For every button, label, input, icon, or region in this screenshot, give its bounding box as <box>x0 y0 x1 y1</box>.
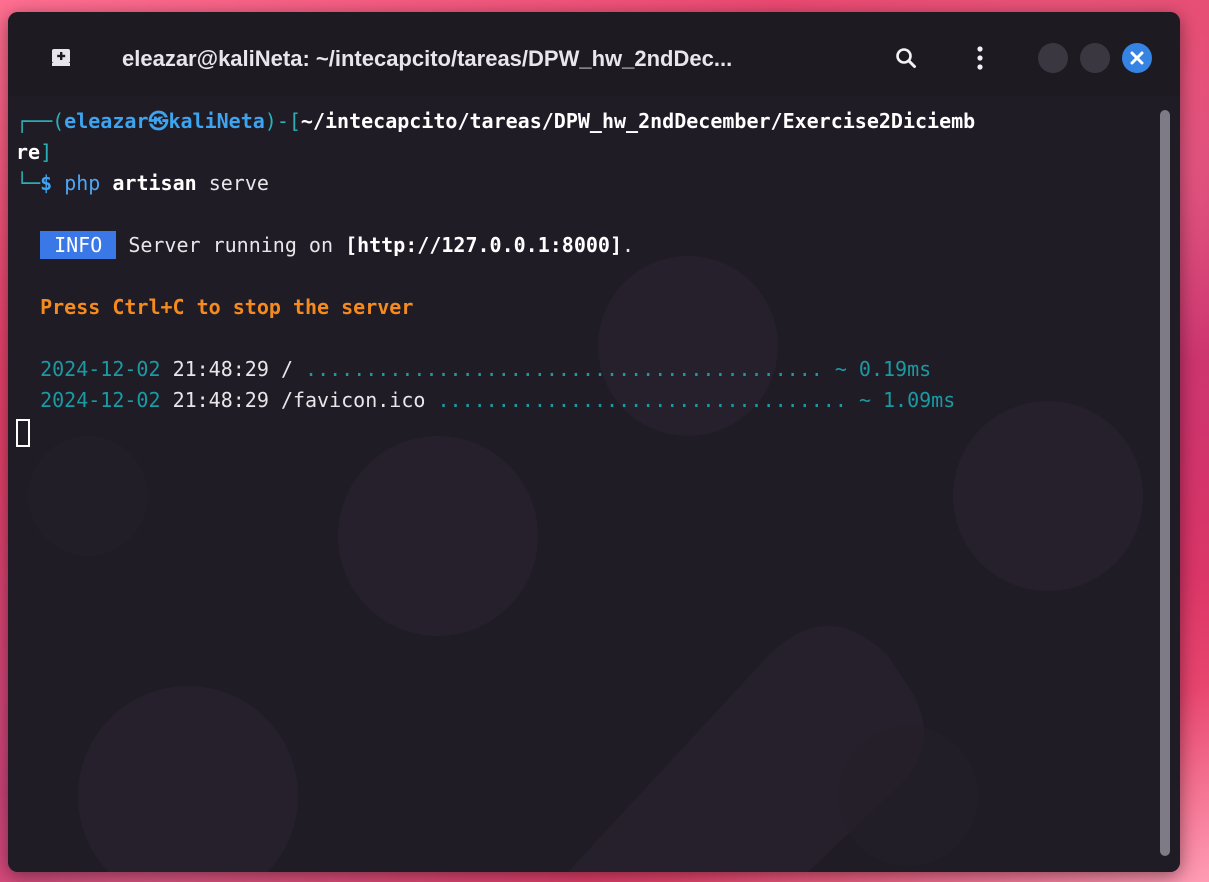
prompt-corner: └─ <box>16 171 41 195</box>
prompt-user: eleazar <box>64 109 149 133</box>
prompt-host: kaliNeta <box>168 109 265 133</box>
log-time: 21:48:29 <box>172 388 269 412</box>
prompt-line-wrap: re] <box>16 137 1150 168</box>
search-icon[interactable] <box>894 46 918 70</box>
prompt-prefix: ┌──( <box>16 109 65 133</box>
cursor-line <box>16 416 1150 447</box>
prompt-dollar: $ <box>40 171 65 195</box>
info-text: Server running on <box>128 233 346 257</box>
log-path: / <box>280 357 293 381</box>
minimize-button[interactable] <box>1038 43 1068 73</box>
close-icon <box>1130 51 1144 65</box>
prompt-line: ┌──(eleazar㉿kaliNeta)-[~/intecapcito/tar… <box>16 106 1150 137</box>
command-line: └─$ php artisan serve <box>16 168 1150 199</box>
close-button[interactable] <box>1122 43 1152 73</box>
info-line: INFO Server running on [http://127.0.0.1… <box>16 230 1150 261</box>
server-url: [http://127.0.0.1:8000] <box>345 233 623 257</box>
prompt-path-continued: re <box>16 140 41 164</box>
prompt-at-symbol: ㉿ <box>148 109 169 133</box>
log-row: 2024-12-02 21:48:29 / ..................… <box>16 354 1150 385</box>
new-tab-icon[interactable] <box>50 46 72 68</box>
log-duration: ~ 0.19ms <box>834 357 932 381</box>
log-row: 2024-12-02 21:48:29 /favicon.ico .......… <box>16 385 1150 416</box>
vertical-dots-icon[interactable] <box>968 46 992 70</box>
window-title: eleazar@kaliNeta: ~/intecapcito/tareas/D… <box>122 46 733 71</box>
log-dots: .................................. <box>437 388 847 412</box>
log-date: 2024-12-02 <box>40 357 161 381</box>
log-duration: ~ 1.09ms <box>858 388 956 412</box>
command-arg-serve: serve <box>208 171 269 195</box>
command-name: php <box>64 171 101 195</box>
terminal-output: ┌──(eleazar㉿kaliNeta)-[~/intecapcito/tar… <box>16 106 1150 447</box>
prompt-bracket-close: ] <box>40 140 53 164</box>
info-badge: INFO <box>40 231 117 259</box>
stop-message-line: Press Ctrl+C to stop the server <box>16 292 1150 323</box>
maximize-button[interactable] <box>1080 43 1110 73</box>
terminal-area[interactable]: ┌──(eleazar㉿kaliNeta)-[~/intecapcito/tar… <box>8 96 1180 872</box>
prompt-bracket: )-[ <box>264 109 301 133</box>
title-bar: eleazar@kaliNeta: ~/intecapcito/tareas/D… <box>8 12 1180 96</box>
log-path: /favicon.ico <box>280 388 426 412</box>
scrollbar[interactable] <box>1160 110 1170 856</box>
text-cursor <box>16 418 30 447</box>
command-arg-artisan: artisan <box>112 171 197 195</box>
log-date: 2024-12-02 <box>40 388 161 412</box>
prompt-path: ~/intecapcito/tareas/DPW_hw_2ndDecember/… <box>300 109 976 133</box>
log-dots: ........................................… <box>305 357 823 381</box>
terminal-window: eleazar@kaliNeta: ~/intecapcito/tareas/D… <box>8 12 1180 872</box>
stop-message: Press Ctrl+C to stop the server <box>40 295 414 319</box>
log-time: 21:48:29 <box>172 357 269 381</box>
info-period: . <box>622 233 635 257</box>
